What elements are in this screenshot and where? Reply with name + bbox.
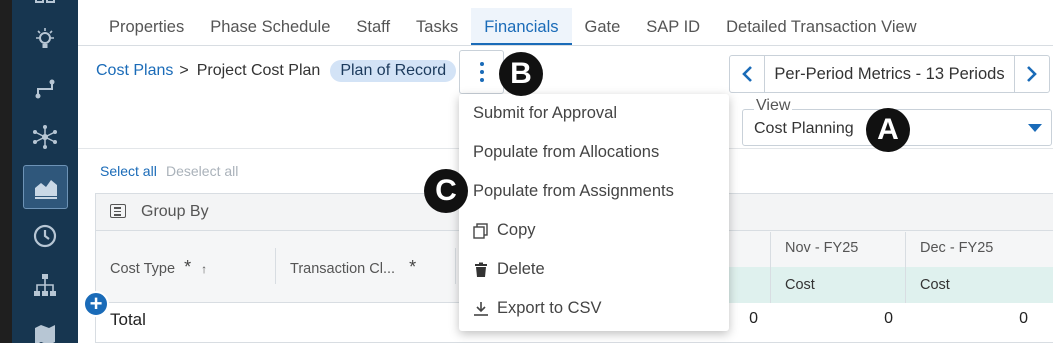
- menu-item-label: Delete: [497, 260, 545, 278]
- tab-phase-schedule[interactable]: Phase Schedule: [197, 8, 343, 46]
- export-icon: [473, 301, 489, 317]
- add-row-button[interactable]: +: [83, 291, 109, 317]
- chevron-left-icon: [742, 66, 752, 82]
- column-separator: [275, 248, 276, 284]
- sort-ascending-icon[interactable]: ↑: [201, 262, 207, 276]
- column-header-dec-fy25[interactable]: Dec - FY25: [920, 240, 993, 256]
- annotation-marker-c: C: [424, 169, 468, 213]
- subheader-cost-dec: Cost: [920, 277, 950, 293]
- menu-item-label: Submit for Approval: [473, 104, 617, 122]
- menu-item-label: Copy: [497, 221, 536, 239]
- financial-chart-icon[interactable]: [23, 165, 68, 209]
- next-period-button[interactable]: [1015, 56, 1049, 92]
- kebab-dot: [479, 70, 484, 74]
- tab-sap-id[interactable]: SAP ID: [633, 8, 713, 46]
- lightbulb-icon[interactable]: [25, 20, 65, 60]
- breadcrumb-separator: >: [179, 62, 189, 79]
- required-asterisk: *: [409, 257, 417, 277]
- column-header-cost-type[interactable]: Cost Type * ↑: [110, 257, 207, 278]
- column-separator: [770, 232, 771, 268]
- tabs-divider: [78, 45, 1053, 46]
- breadcrumb-current: Project Cost Plan: [196, 62, 321, 79]
- network-icon[interactable]: [25, 117, 65, 157]
- view-label: View: [754, 97, 793, 115]
- deselect-all-link: Deselect all: [166, 163, 239, 179]
- total-value-dec: 0: [1019, 310, 1028, 327]
- column-separator: [905, 232, 906, 268]
- required-asterisk: *: [184, 257, 192, 277]
- tab-tasks[interactable]: Tasks: [403, 8, 471, 46]
- menu-item-export-to-csv[interactable]: Export to CSV: [459, 289, 729, 328]
- period-navigator: Per-Period Metrics - 13 Periods: [729, 55, 1050, 93]
- org-chart-icon[interactable]: [25, 265, 65, 305]
- menu-item-copy[interactable]: Copy: [459, 211, 729, 250]
- tab-properties[interactable]: Properties: [96, 8, 197, 46]
- menu-item-populate-from-assignments[interactable]: Populate from Assignments: [459, 172, 729, 211]
- menu-item-populate-from-allocations[interactable]: Populate from Allocations: [459, 133, 729, 172]
- tab-detailed-transaction-view[interactable]: Detailed Transaction View: [713, 8, 929, 46]
- chevron-right-icon: [1027, 66, 1037, 82]
- group-by-icon: [110, 204, 126, 218]
- tab-bar: Properties Phase Schedule Staff Tasks Fi…: [96, 8, 930, 46]
- map-icon[interactable]: [25, 315, 65, 343]
- menu-item-label: Export to CSV: [497, 299, 602, 317]
- breadcrumb-cost-plans-link[interactable]: Cost Plans: [96, 62, 173, 80]
- caret-down-icon[interactable]: [1028, 124, 1042, 132]
- select-all-link[interactable]: Select all: [100, 163, 157, 179]
- annotation-marker-a: A: [866, 108, 910, 152]
- transaction-class-label: Transaction Cl...: [290, 261, 396, 277]
- annotation-marker-b: B: [499, 52, 543, 96]
- breadcrumb: Cost Plans > Project Cost Plan Plan of R…: [96, 60, 457, 82]
- menu-item-label: Populate from Assignments: [473, 182, 674, 200]
- more-actions-button[interactable]: [459, 50, 504, 94]
- kebab-dot: [479, 78, 484, 82]
- total-value-nov: 0: [884, 310, 893, 327]
- route-icon[interactable]: [25, 69, 65, 109]
- column-separator: [455, 248, 456, 284]
- more-actions-menu: Submit for Approval Populate from Alloca…: [459, 94, 729, 331]
- kebab-dot: [479, 62, 484, 66]
- metric-subheader-row: [729, 267, 1053, 303]
- group-by-label: Group By: [141, 203, 209, 220]
- column-separator: [905, 267, 906, 303]
- subheader-cost-nov: Cost: [785, 277, 815, 293]
- tab-gate[interactable]: Gate: [572, 8, 634, 46]
- total-row-label: Total: [110, 310, 146, 329]
- column-separator: [770, 267, 771, 303]
- rail-edge: [0, 0, 12, 343]
- column-header-transaction-class[interactable]: Transaction Cl... *: [290, 257, 416, 278]
- tab-financials[interactable]: Financials: [471, 8, 572, 46]
- clock-icon[interactable]: [25, 216, 65, 256]
- menu-item-submit-for-approval[interactable]: Submit for Approval: [459, 94, 729, 133]
- previous-period-button[interactable]: [730, 56, 764, 92]
- tab-staff[interactable]: Staff: [343, 8, 403, 46]
- period-metrics-label[interactable]: Per-Period Metrics - 13 Periods: [764, 56, 1015, 92]
- menu-item-delete[interactable]: Delete: [459, 250, 729, 289]
- plan-of-record-badge: Plan of Record: [330, 60, 457, 82]
- plus-icon: +: [89, 291, 103, 316]
- column-header-nov-fy25[interactable]: Nov - FY25: [785, 240, 858, 256]
- cost-type-label: Cost Type: [110, 261, 176, 277]
- view-selected-value[interactable]: Cost Planning: [754, 120, 854, 138]
- copy-icon: [473, 222, 489, 239]
- menu-item-label: Populate from Allocations: [473, 143, 660, 161]
- trash-icon: [473, 262, 489, 278]
